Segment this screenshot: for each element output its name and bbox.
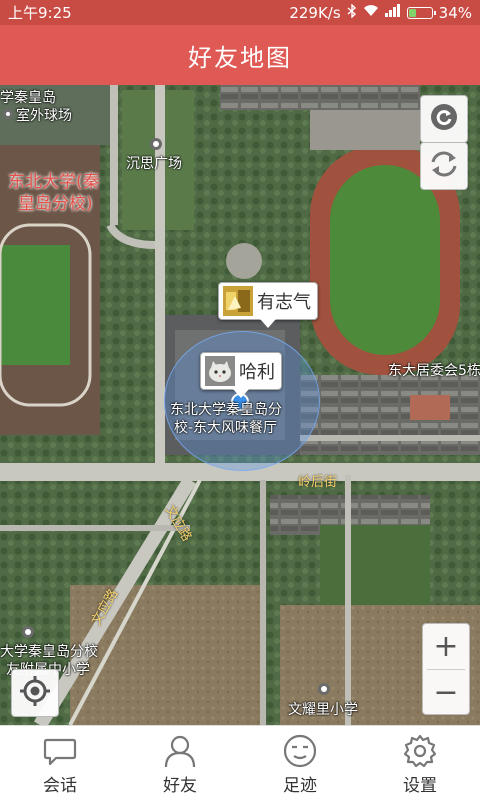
map-label-street: 岭后街 — [298, 475, 338, 490]
map-view[interactable]: 学秦皇岛 室外球场 沉思广场 东北大学(秦 皇岛分校) 东大居委会5栋 岭后街 … — [0, 85, 480, 725]
battery-icon — [406, 6, 436, 19]
title-bar: 好友地图 — [0, 25, 480, 85]
nav-item-footprints[interactable]: 足迹 — [240, 726, 360, 800]
map-label-school-bl: 大学秦皇岛分校 — [0, 644, 98, 660]
smile-icon — [282, 733, 318, 769]
sync-button[interactable] — [420, 142, 468, 190]
poi-marker[interactable] — [22, 626, 34, 638]
gear-icon — [402, 733, 438, 769]
battery-percent: 34% — [438, 3, 472, 22]
map-label-university-2: 皇岛分校) — [18, 194, 93, 214]
nav-label-friends: 好友 — [163, 776, 197, 796]
map-label-school-br: 文耀里小学 — [288, 702, 358, 718]
friend-name: 有志气 — [257, 292, 311, 313]
nav-label-settings: 设置 — [403, 776, 437, 796]
map-label-university: 东北大学(秦 — [8, 172, 100, 192]
poi-marker[interactable] — [150, 138, 162, 150]
friend-marker-2[interactable]: 哈利 — [200, 352, 282, 398]
net-speed: 229K/s — [289, 3, 341, 22]
map-label-restaurant-2: 校-东大风味餐厅 — [174, 420, 278, 436]
status-bar: 上午9:25 229K/s 34% — [0, 0, 480, 25]
nav-item-chat[interactable]: 会话 — [0, 726, 120, 800]
nav-item-settings[interactable]: 设置 — [360, 726, 480, 800]
nav-label-footprints: 足迹 — [283, 776, 317, 796]
wifi-icon — [363, 4, 379, 21]
signal-icon — [384, 4, 401, 21]
cat-avatar-icon — [205, 356, 235, 386]
bottom-nav: 会话 好友 足迹 设置 — [0, 725, 480, 800]
zoom-controls: + − — [422, 623, 470, 715]
poi-marker[interactable] — [3, 109, 13, 119]
refresh-icon — [429, 102, 459, 136]
friend-name: 哈利 — [239, 362, 275, 383]
status-indicators: 229K/s 34% — [289, 2, 472, 22]
sync-icon — [427, 148, 461, 184]
zoom-in-button[interactable]: + — [423, 624, 469, 669]
person-icon — [162, 733, 198, 769]
nav-label-chat: 会话 — [43, 776, 77, 796]
app-screen: 上午9:25 229K/s 34% 好友地图 学秦皇岛 室外球场 沉思广场 东北… — [0, 0, 480, 800]
map-label-committee: 东大居委会5栋 — [388, 363, 480, 379]
zoom-out-button[interactable]: − — [423, 670, 469, 715]
battery-fill — [408, 8, 416, 17]
map-label-sports-field: 室外球场 — [16, 108, 72, 124]
friend-marker-1[interactable]: 有志气 — [218, 282, 318, 328]
map-label-square: 沉思广场 — [126, 156, 182, 172]
chat-bubble-icon — [42, 733, 78, 769]
bluetooth-icon — [347, 2, 357, 22]
status-time: 上午9:25 — [8, 4, 72, 22]
map-label-restaurant: 东北大学秦皇岛分 — [170, 402, 282, 418]
page-title: 好友地图 — [188, 43, 292, 72]
locate-icon — [19, 675, 51, 711]
refresh-button[interactable] — [420, 95, 468, 143]
poi-marker[interactable] — [318, 683, 330, 695]
nav-item-friends[interactable]: 好友 — [120, 726, 240, 800]
map-label-campus-top: 学秦皇岛 — [0, 90, 56, 106]
locate-button[interactable] — [11, 669, 59, 717]
gold-avatar-icon — [223, 286, 253, 316]
